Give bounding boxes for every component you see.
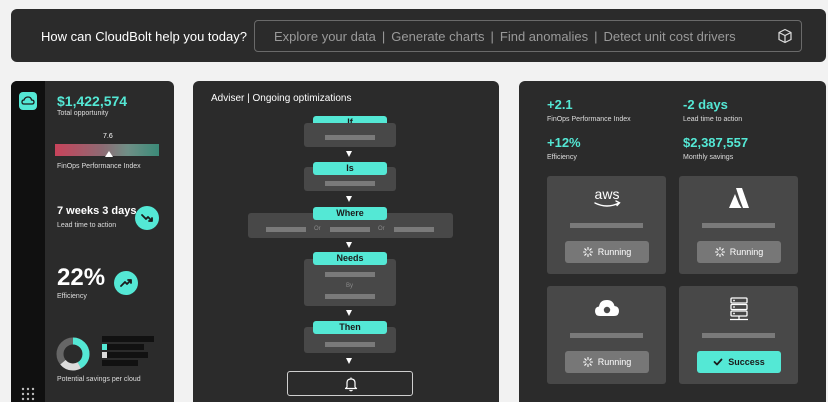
legend-row xyxy=(102,360,138,366)
spinner-icon xyxy=(582,357,593,367)
assistant-prompt-bar: How can CloudBolt help you today? Explor… xyxy=(11,9,826,62)
or-label: Or xyxy=(378,226,385,232)
status-label: Running xyxy=(597,357,632,367)
suggestion-find-anomalies[interactable]: Find anomalies xyxy=(500,29,588,44)
summary-panel: $1,422,574 Total opportunity 7.6 FinOps … xyxy=(11,81,174,402)
svg-text:aws: aws xyxy=(594,186,619,202)
status-button[interactable]: Success xyxy=(697,351,781,373)
spinner-icon xyxy=(714,247,725,257)
assistant-prompt: How can CloudBolt help you today? xyxy=(41,29,247,44)
apps-grid-icon[interactable] xyxy=(21,387,35,401)
or-label: Or xyxy=(314,226,321,232)
check-icon xyxy=(713,358,723,366)
google-cloud-card[interactable]: Running xyxy=(547,286,666,384)
efficiency-value: 22% xyxy=(57,264,106,291)
aws-card[interactable]: aws Running xyxy=(547,176,666,274)
step-where: Where xyxy=(313,207,387,220)
side-rail xyxy=(11,81,45,402)
lead-time-change-value: -2 days xyxy=(683,97,728,112)
step-needs: Needs xyxy=(313,252,387,265)
fpi-value: 7.6 xyxy=(103,133,113,140)
adviser-title: Adviser | Ongoing optimizations xyxy=(211,93,352,104)
search-suggestions: Explore your data | Generate charts | Fi… xyxy=(274,29,736,44)
status-button[interactable]: Running xyxy=(565,351,649,373)
lead-time-change-label: Lead time to action xyxy=(683,116,743,123)
card-placeholder-bar xyxy=(702,333,775,338)
flow-arrow xyxy=(346,310,352,316)
separator: | xyxy=(594,29,598,44)
card-placeholder-bar xyxy=(702,223,775,228)
flow-arrow xyxy=(346,151,352,157)
lead-time-value: 7 weeks 3 days xyxy=(57,205,137,217)
flow-arrow xyxy=(346,196,352,202)
lead-time-label: Lead time to action xyxy=(57,222,117,229)
trend-up-icon xyxy=(114,271,138,295)
by-label: By xyxy=(346,283,354,289)
savings-donut-chart xyxy=(56,337,90,371)
step-is: Is xyxy=(313,162,387,175)
trend-down-icon xyxy=(135,206,159,230)
suggestion-unit-cost-drivers[interactable]: Detect unit cost drivers xyxy=(603,29,735,44)
status-label: Running xyxy=(729,247,764,257)
fpi-change-label: FinOps Performance Index xyxy=(547,116,631,123)
total-opportunity-label: Total opportunity xyxy=(57,110,109,117)
status-button[interactable]: Running xyxy=(565,241,649,263)
results-panel: +2.1 FinOps Performance Index -2 days Le… xyxy=(519,81,826,402)
google-cloud-logo-icon xyxy=(594,300,619,316)
suggestion-generate-charts[interactable]: Generate charts xyxy=(391,29,484,44)
status-button[interactable]: Running xyxy=(697,241,781,263)
spinner-icon xyxy=(582,247,593,257)
cloudbolt-logo-icon[interactable] xyxy=(19,92,37,110)
efficiency-change-label: Efficiency xyxy=(547,154,577,161)
server-icon xyxy=(729,297,748,321)
server-card[interactable]: Success xyxy=(679,286,798,384)
bell-icon xyxy=(344,377,358,392)
monthly-savings-label: Monthly savings xyxy=(683,154,734,161)
assistant-search-input[interactable]: Explore your data | Generate charts | Fi… xyxy=(254,20,802,52)
fpi-marker xyxy=(105,151,113,157)
savings-label: Potential savings per cloud xyxy=(57,376,141,383)
separator: | xyxy=(490,29,494,44)
azure-card[interactable]: Running xyxy=(679,176,798,274)
separator: | xyxy=(381,29,386,44)
step-then: Then xyxy=(313,321,387,334)
total-opportunity-value: $1,422,574 xyxy=(57,93,128,109)
fpi-label: FinOps Performance Index xyxy=(57,163,141,170)
flow-arrow xyxy=(346,242,352,248)
legend-row xyxy=(102,344,144,350)
status-label: Running xyxy=(597,247,632,257)
fpi-change-value: +2.1 xyxy=(547,97,573,112)
card-placeholder-bar xyxy=(570,223,643,228)
aws-logo-icon: aws xyxy=(593,186,621,207)
adviser-panel: Adviser | Ongoing optimizations If Is Or… xyxy=(193,81,499,402)
legend-row xyxy=(102,352,148,358)
suggestion-explore-data[interactable]: Explore your data xyxy=(274,29,376,44)
step-needs-box: By xyxy=(304,259,396,306)
card-placeholder-bar xyxy=(570,333,643,338)
efficiency-label: Efficiency xyxy=(57,293,87,300)
flow-arrow xyxy=(346,358,352,364)
azure-logo-icon xyxy=(728,188,749,208)
cube-icon[interactable] xyxy=(777,28,793,44)
legend-row xyxy=(102,336,154,342)
notify-action[interactable] xyxy=(287,371,413,396)
step-if-box xyxy=(304,123,396,147)
efficiency-change-value: +12% xyxy=(547,135,581,150)
status-label: Success xyxy=(728,357,765,367)
monthly-savings-value: $2,387,557 xyxy=(683,135,749,150)
